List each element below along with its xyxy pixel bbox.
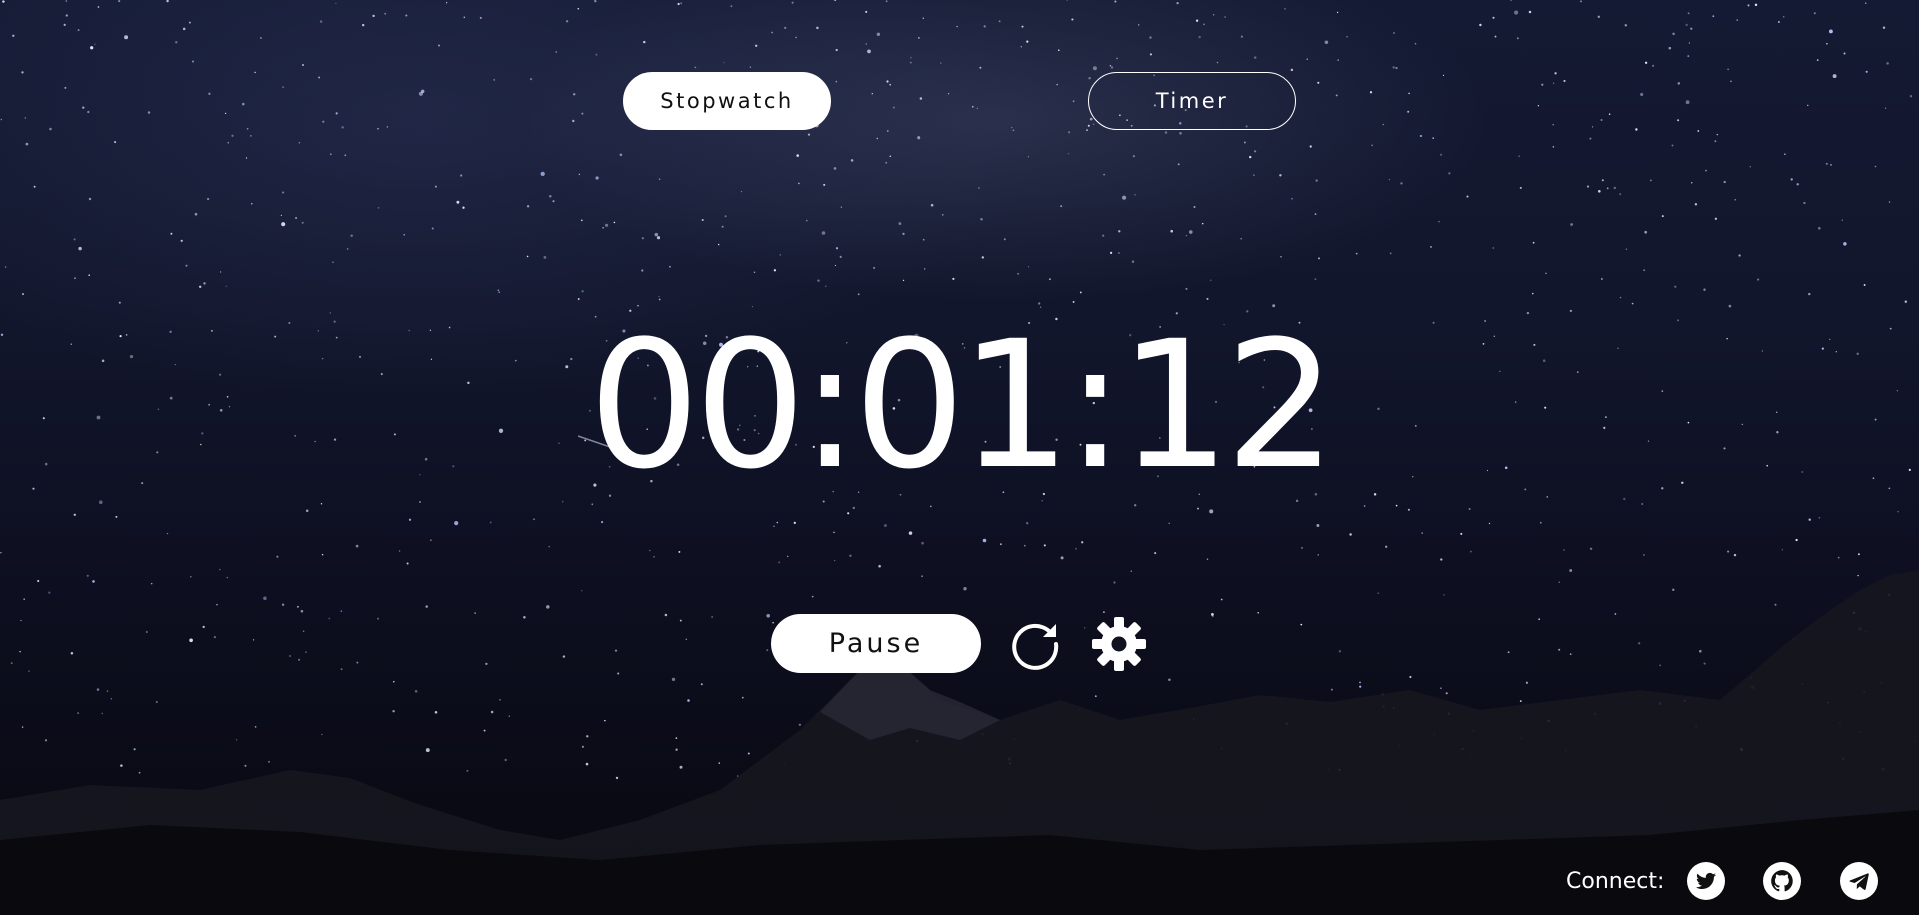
- telegram-icon: [1849, 873, 1869, 890]
- reset-icon: [1012, 623, 1059, 670]
- pause-button[interactable]: Pause: [771, 614, 981, 673]
- github-icon: [1771, 870, 1793, 892]
- telegram-link[interactable]: [1840, 862, 1878, 900]
- stopwatch-tab[interactable]: Stopwatch: [623, 72, 831, 130]
- settings-button[interactable]: [1090, 615, 1148, 673]
- reset-button[interactable]: [1006, 615, 1064, 673]
- timer-tab[interactable]: Timer: [1088, 72, 1296, 130]
- twitter-link[interactable]: [1687, 862, 1725, 900]
- time-display: 00:01:12: [588, 303, 1336, 508]
- github-link[interactable]: [1763, 862, 1801, 900]
- gear-icon: [1092, 617, 1146, 671]
- twitter-icon: [1695, 872, 1716, 889]
- app-background: Stopwatch Timer 00:01:12 Pause Connect:: [0, 0, 1919, 915]
- connect-label: Connect:: [1566, 869, 1665, 894]
